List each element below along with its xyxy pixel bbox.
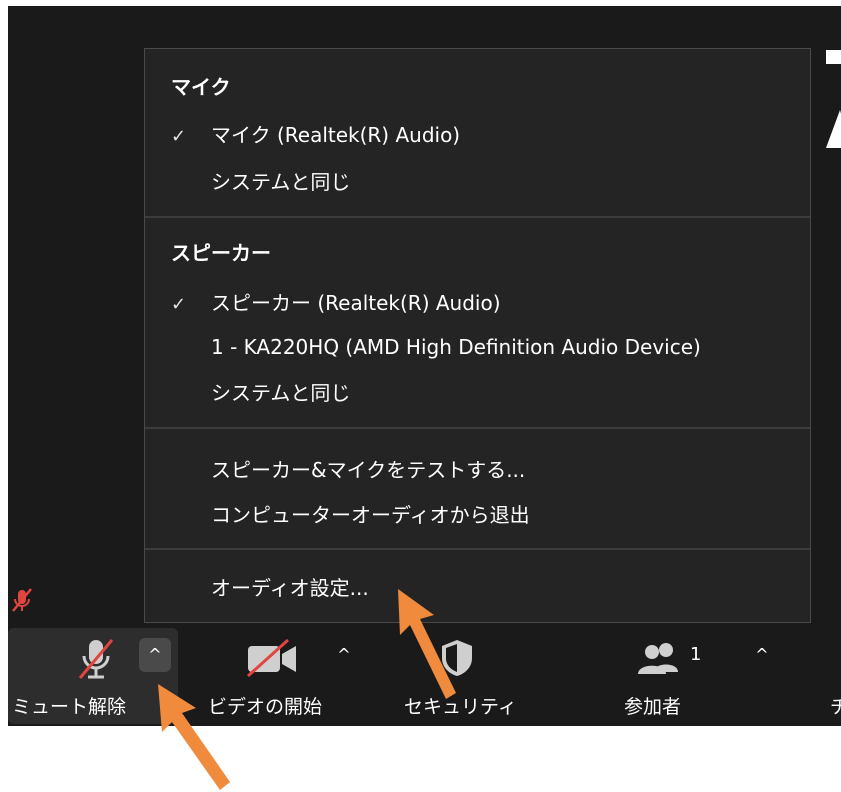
audio-options-menu: マイク ✓ マイク (Realtek(R) Audio) システムと同じ スピーカ… [144,48,811,623]
menu-divider [145,548,810,550]
menu-item-leave-computer-audio[interactable]: コンピューターオーディオから退出 [171,499,530,528]
people-icon[interactable] [636,642,684,678]
menu-item-speaker-realtek[interactable]: ✓ スピーカー (Realtek(R) Audio) [171,287,501,316]
video-options-caret-button[interactable]: ^ [328,638,360,672]
menu-divider [145,216,810,218]
menu-item-label: システムと同じ [211,381,351,405]
menu-item-label: 1 - KA220HQ (AMD High Definition Audio D… [211,335,701,359]
mic-section-heading: マイク [171,75,231,99]
video-overlay-glyph [826,46,841,148]
orange-arrow [398,589,456,699]
menu-item-label: システムと同じ [211,170,351,194]
mic-muted-icon[interactable] [76,636,116,686]
menu-item-label: コンピューターオーディオから退出 [211,503,530,527]
unmute-label: ミュート解除 [12,696,127,718]
menu-item-label: スピーカー&マイクをテストする... [211,458,526,482]
menu-item-test-speaker-mic[interactable]: スピーカー&マイクをテストする... [171,454,525,483]
menu-item-label: マイク (Realtek(R) Audio) [211,123,461,147]
orange-arrow [158,684,230,790]
menu-item-speaker-ka220hq[interactable]: 1 - KA220HQ (AMD High Definition Audio D… [171,335,701,359]
participants-label[interactable]: 参加者 [624,692,681,719]
check-icon: ✓ [171,294,187,315]
menu-item-mic-realtek[interactable]: ✓ マイク (Realtek(R) Audio) [171,119,460,148]
participants-count-badge: 1 [690,644,702,665]
menu-item-label: スピーカー (Realtek(R) Audio) [211,291,501,315]
speaker-section-heading: スピーカー [171,241,271,265]
menu-item-speaker-same-as-system[interactable]: システムと同じ [171,377,350,406]
video-off-icon[interactable] [246,638,300,682]
cutoff-toolbar-label[interactable]: チ [830,692,841,719]
menu-item-mic-same-as-system[interactable]: システムと同じ [171,166,350,195]
menu-item-label: オーディオ設定... [211,576,369,600]
participants-options-caret-button[interactable]: ^ [746,638,778,672]
mic-muted-small-icon [10,586,34,618]
check-icon: ✓ [171,126,187,147]
menu-item-audio-settings[interactable]: オーディオ設定... [171,572,369,601]
audio-options-caret-button[interactable]: ^ [139,638,171,672]
menu-divider [145,427,810,429]
